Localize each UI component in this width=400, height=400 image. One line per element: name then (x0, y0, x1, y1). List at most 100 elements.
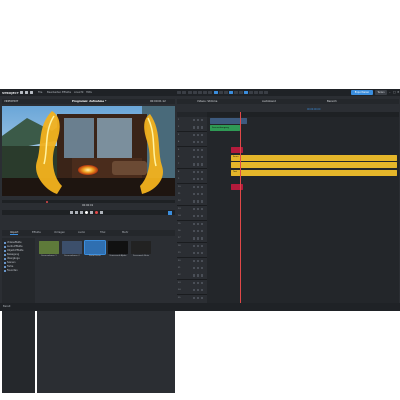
eye-icon[interactable] (197, 178, 200, 181)
mute-icon[interactable] (201, 126, 204, 129)
skip-back-icon[interactable] (70, 211, 73, 214)
lock-icon[interactable] (193, 222, 196, 225)
list-item[interactable]: Übergänge (4, 257, 20, 260)
play-icon[interactable] (85, 211, 88, 214)
thumbnail[interactable]: Feuerrahmen 2 (62, 241, 82, 259)
copy-icon[interactable] (193, 91, 197, 94)
lock-icon[interactable] (193, 163, 196, 166)
list-item[interactable]: Videoeffekte (4, 241, 22, 244)
eye-icon[interactable] (197, 289, 200, 292)
lock-icon[interactable] (193, 252, 196, 255)
select-tool-icon[interactable] (214, 91, 218, 94)
thumbnail-selected[interactable]: Portal Feuer (84, 240, 106, 259)
scrub-bar[interactable] (2, 200, 175, 203)
lock-icon[interactable] (193, 156, 196, 159)
mute-icon[interactable] (201, 289, 204, 292)
mute-icon[interactable] (201, 222, 204, 225)
timeline-clip[interactable] (210, 117, 247, 124)
fullscreen-icon[interactable] (168, 210, 172, 215)
mute-icon[interactable] (201, 156, 204, 159)
magnet-icon[interactable] (244, 91, 248, 94)
minimize-icon[interactable]: – (389, 90, 391, 94)
eye-icon[interactable] (197, 163, 200, 166)
list-item[interactable]: Objekt-Effekte (4, 249, 23, 252)
save-icon[interactable] (30, 91, 33, 94)
lock-icon[interactable] (193, 200, 196, 203)
mute-icon[interactable] (201, 141, 204, 144)
forward-icon[interactable] (90, 211, 93, 214)
lock-icon[interactable] (193, 296, 196, 299)
tab-titles[interactable]: Titel (100, 231, 105, 234)
eye-icon[interactable] (197, 148, 200, 151)
menu-edit[interactable]: Bearbeiten (47, 91, 61, 94)
new-file-icon[interactable] (20, 91, 23, 94)
eye-icon[interactable] (197, 244, 200, 247)
cut-icon[interactable] (188, 91, 192, 94)
lock-icon[interactable] (193, 178, 196, 181)
trim-tool-icon[interactable] (219, 91, 223, 94)
lock-icon[interactable] (193, 170, 196, 173)
tab-effects[interactable]: Effekte (32, 231, 41, 234)
timeline-clip[interactable] (231, 162, 397, 169)
eye-icon[interactable] (197, 207, 200, 210)
lock-icon[interactable] (193, 207, 196, 210)
ripple-icon[interactable] (239, 91, 243, 94)
mute-icon[interactable] (201, 274, 204, 277)
snap-icon[interactable] (229, 91, 233, 94)
undo-icon[interactable] (177, 91, 181, 94)
eye-icon[interactable] (197, 215, 200, 218)
eye-icon[interactable] (197, 274, 200, 277)
list-item[interactable]: Bewegung (4, 253, 19, 256)
rewind-icon[interactable] (80, 211, 83, 214)
lock-icon[interactable] (193, 230, 196, 233)
eye-icon[interactable] (197, 237, 200, 240)
settings-icon[interactable] (264, 91, 268, 94)
redo-icon[interactable] (182, 91, 186, 94)
timeline-playhead[interactable] (240, 112, 241, 310)
lock-icon[interactable] (193, 289, 196, 292)
eye-icon[interactable] (197, 281, 200, 284)
mute-icon[interactable] (201, 252, 204, 255)
mute-icon[interactable] (201, 178, 204, 181)
fit-icon[interactable] (259, 91, 263, 94)
eye-icon[interactable] (197, 193, 200, 196)
list-item[interactable]: Favoriten (4, 269, 18, 272)
timeline-ruler[interactable] (207, 112, 399, 117)
lock-icon[interactable] (193, 148, 196, 151)
zoom-out-icon[interactable] (254, 91, 258, 94)
lock-icon[interactable] (193, 126, 196, 129)
step-back-icon[interactable] (75, 211, 78, 214)
step-forward-icon[interactable] (100, 211, 103, 214)
lock-icon[interactable] (193, 193, 196, 196)
tab-import[interactable]: Import (10, 231, 19, 235)
eye-icon[interactable] (197, 170, 200, 173)
open-folder-icon[interactable] (25, 91, 28, 94)
mute-icon[interactable] (201, 193, 204, 196)
lock-icon[interactable] (193, 267, 196, 270)
record-icon[interactable] (95, 211, 98, 214)
mute-icon[interactable] (201, 296, 204, 299)
close-icon[interactable]: ✕ (397, 90, 400, 94)
lock-icon[interactable] (193, 237, 196, 240)
eye-icon[interactable] (197, 200, 200, 203)
list-item[interactable]: Audio-Effekte (4, 245, 23, 248)
eye-icon[interactable] (197, 259, 200, 262)
eye-icon[interactable] (197, 119, 200, 122)
mute-icon[interactable] (201, 259, 204, 262)
mute-icon[interactable] (201, 215, 204, 218)
lock-icon[interactable] (193, 274, 196, 277)
mute-icon[interactable] (201, 237, 204, 240)
eye-icon[interactable] (197, 222, 200, 225)
tab-audio[interactable]: Audio (78, 231, 85, 234)
marker-icon[interactable] (234, 91, 238, 94)
timeline-clip[interactable]: Szenenübergang (210, 125, 240, 132)
eye-icon[interactable] (197, 267, 200, 270)
timeline-clip[interactable]: Feuer (231, 154, 397, 161)
thumbnail[interactable]: Feuerrahmen 1 (39, 241, 59, 259)
eye-icon[interactable] (197, 230, 200, 233)
eye-icon[interactable] (197, 296, 200, 299)
mute-icon[interactable] (201, 230, 204, 233)
eye-icon[interactable] (197, 185, 200, 188)
mute-icon[interactable] (201, 207, 204, 210)
mute-icon[interactable] (201, 267, 204, 270)
